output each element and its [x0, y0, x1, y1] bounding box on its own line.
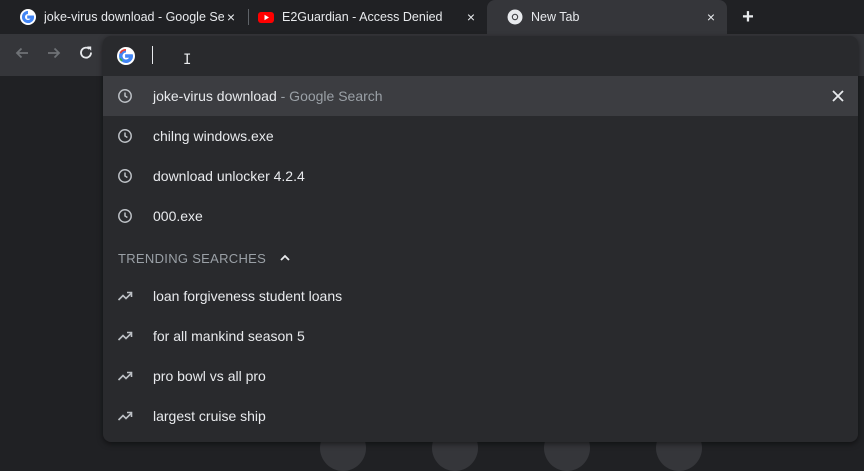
suggestion-text: loan forgiveness student loans — [153, 288, 343, 304]
tab-title: New Tab — [531, 10, 580, 24]
tab-strip: joke-virus download - Google Search × E2… — [0, 0, 864, 34]
omnibox-popup: I joke-virus download - Google Search ch… — [103, 36, 858, 442]
new-tab-button[interactable]: + — [738, 7, 758, 27]
back-button[interactable] — [10, 43, 34, 67]
google-g-icon — [20, 9, 36, 25]
suggestion-row-trending[interactable]: pro bowl vs all pro — [103, 356, 858, 396]
tab-e2guardian[interactable]: E2Guardian - Access Denied × — [238, 0, 487, 34]
text-caret — [152, 46, 153, 64]
tab-google-search[interactable]: joke-virus download - Google Search × — [0, 0, 247, 34]
suggestion-text: largest cruise ship — [153, 408, 266, 424]
close-icon[interactable]: × — [463, 9, 479, 25]
suggestion-text: download unlocker 4.2.4 — [153, 168, 305, 184]
history-clock-icon — [117, 208, 133, 224]
back-arrow-icon — [13, 44, 31, 67]
ibeam-cursor-icon: I — [183, 52, 192, 68]
suggestion-query: joke-virus download — [153, 88, 277, 104]
suggestion-text: pro bowl vs all pro — [153, 368, 266, 384]
trending-arrow-icon — [117, 368, 133, 384]
reload-icon — [77, 44, 95, 67]
tab-new-tab[interactable]: New Tab × — [487, 0, 727, 34]
suggestion-text: 000.exe — [153, 208, 203, 224]
suggestion-row-history[interactable]: 000.exe — [103, 196, 858, 236]
trending-header: TRENDING SEARCHES — [118, 250, 292, 266]
youtube-icon — [258, 9, 274, 25]
chevron-up-icon[interactable] — [278, 251, 292, 265]
forward-arrow-icon — [45, 44, 63, 67]
suggestion-row-history[interactable]: download unlocker 4.2.4 — [103, 156, 858, 196]
trending-arrow-icon — [117, 288, 133, 304]
google-g-icon — [117, 47, 135, 65]
suggestion-text: for all mankind season 5 — [153, 328, 305, 344]
omnibox-input[interactable]: I — [103, 36, 858, 76]
reload-button[interactable] — [74, 43, 98, 67]
suggestion-text: chilng windows.exe — [153, 128, 274, 144]
trending-arrow-icon — [117, 328, 133, 344]
suggestion-text: joke-virus download - Google Search — [153, 88, 383, 104]
close-icon[interactable]: × — [703, 9, 719, 25]
suggestion-description: - Google Search — [276, 88, 383, 104]
history-clock-icon — [117, 88, 133, 104]
history-clock-icon — [117, 168, 133, 184]
tab-title: E2Guardian - Access Denied — [282, 10, 443, 24]
suggestion-row-history[interactable]: chilng windows.exe — [103, 116, 858, 156]
history-clock-icon — [117, 128, 133, 144]
trending-header-label: TRENDING SEARCHES — [118, 250, 267, 266]
suggestion-row-trending[interactable]: loan forgiveness student loans — [103, 276, 858, 316]
suggestion-row-trending[interactable]: for all mankind season 5 — [103, 316, 858, 356]
suggestion-row-trending[interactable]: largest cruise ship — [103, 396, 858, 436]
forward-button[interactable] — [42, 43, 66, 67]
trending-arrow-icon — [117, 408, 133, 424]
chrome-icon — [507, 9, 523, 25]
suggestion-row-history[interactable]: joke-virus download - Google Search — [103, 76, 858, 116]
close-icon[interactable]: × — [223, 9, 239, 25]
remove-suggestion-button[interactable] — [830, 88, 846, 104]
tab-title: joke-virus download - Google Search — [44, 10, 224, 24]
